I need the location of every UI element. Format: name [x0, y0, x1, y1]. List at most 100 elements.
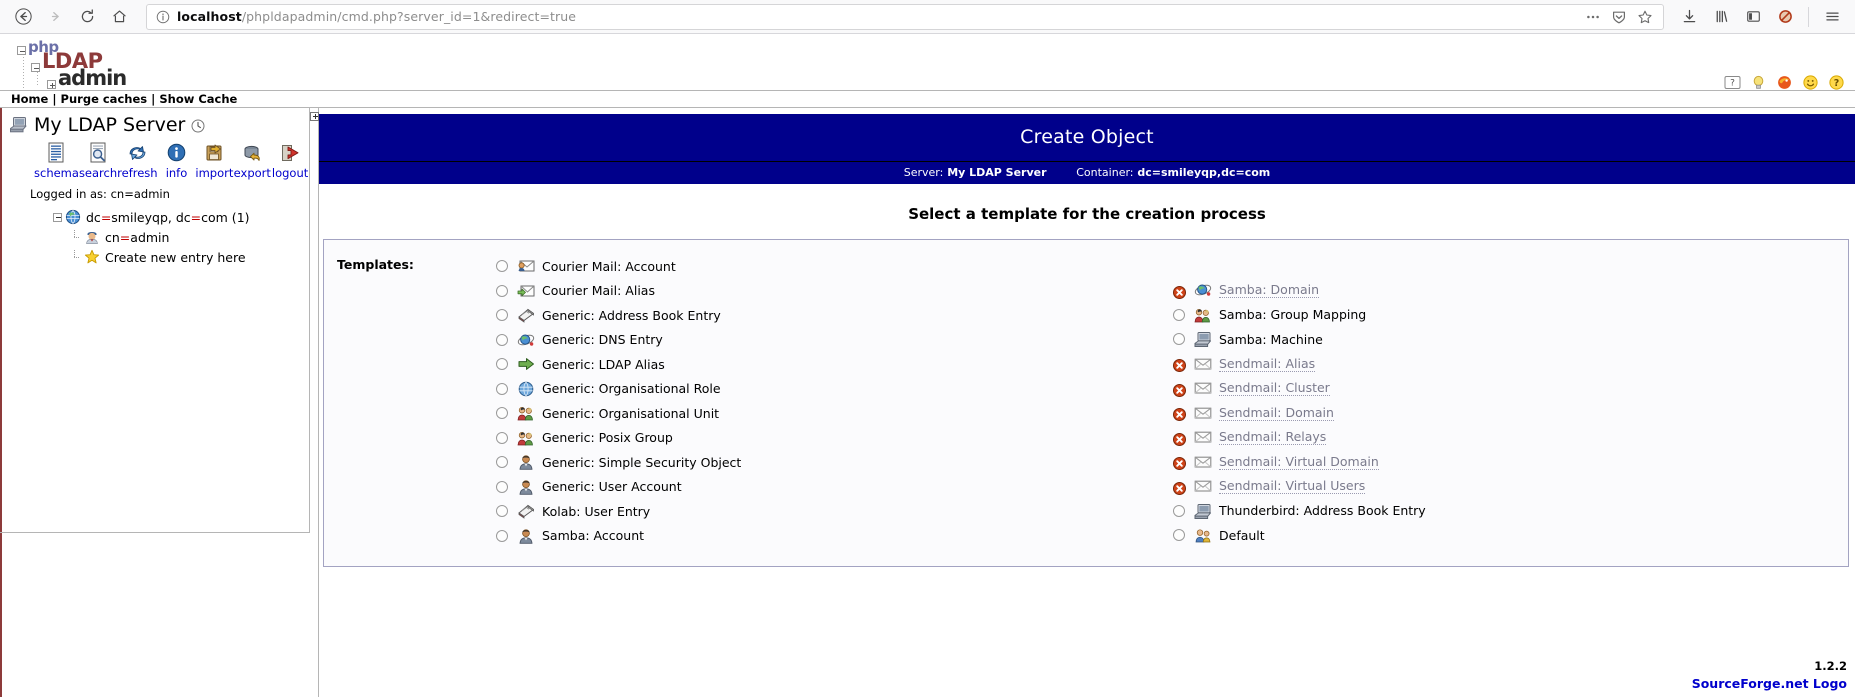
template-left-row[interactable]: Generic: Simple Security Object: [496, 450, 1171, 475]
template-label[interactable]: Default: [1219, 528, 1265, 543]
template-radio[interactable]: [1173, 529, 1185, 542]
nav-purge-caches-link[interactable]: Purge caches: [61, 92, 148, 106]
template-label[interactable]: Generic: Organisational Unit: [542, 406, 719, 421]
template-label[interactable]: Samba: Account: [542, 528, 644, 543]
tree-tool-search[interactable]: search: [79, 141, 117, 180]
template-label[interactable]: Courier Mail: Alias: [542, 283, 655, 298]
template-label[interactable]: Samba: Machine: [1219, 332, 1323, 347]
reload-icon[interactable]: [72, 2, 102, 32]
template-radio[interactable]: [496, 260, 508, 273]
template-radio[interactable]: [496, 407, 508, 420]
template-label[interactable]: Generic: User Account: [542, 479, 682, 494]
template-label[interactable]: Generic: LDAP Alias: [542, 357, 665, 372]
template-label[interactable]: Samba: Group Mapping: [1219, 307, 1366, 322]
panel-splitter[interactable]: [310, 108, 319, 697]
home-icon[interactable]: [104, 2, 134, 32]
template-radio[interactable]: [496, 309, 508, 322]
clock-icon[interactable]: [191, 118, 205, 133]
tree-tool-logout[interactable]: logout: [271, 141, 309, 180]
template-right-row[interactable]: Thunderbird: Address Book Entry: [1173, 499, 1848, 524]
template-label[interactable]: Courier Mail: Account: [542, 259, 676, 274]
template-radio[interactable]: [496, 333, 508, 346]
tree-node-cn-admin-label[interactable]: cn=admin: [105, 230, 169, 245]
about-help-icon[interactable]: ?: [1828, 74, 1845, 91]
template-right-row: Sendmail: Relays: [1173, 425, 1848, 450]
template-radio[interactable]: [496, 382, 508, 395]
template-left-row[interactable]: Generic: LDAP Alias: [496, 352, 1171, 377]
template-label[interactable]: Generic: DNS Entry: [542, 332, 663, 347]
template-label[interactable]: Generic: Organisational Role: [542, 381, 721, 396]
template-left-row[interactable]: Generic: User Account: [496, 475, 1171, 500]
back-arrow-icon[interactable]: [8, 2, 38, 32]
library-icon[interactable]: [1706, 2, 1736, 32]
tree-node-root-link[interactable]: dc=smileyqp, dc=com (1): [86, 210, 250, 225]
tree-expander-minus-icon[interactable]: [53, 212, 62, 222]
address-book-icon: [517, 503, 535, 520]
template-left-row[interactable]: Generic: Posix Group: [496, 426, 1171, 451]
template-left-row[interactable]: Kolab: User Entry: [496, 499, 1171, 524]
pocket-shield-icon[interactable]: [1607, 5, 1631, 29]
template-radio[interactable]: [1173, 308, 1185, 321]
template-radio[interactable]: [496, 431, 508, 444]
splitter-expand-handle[interactable]: [310, 112, 319, 121]
user-admin-icon: [84, 229, 100, 245]
template-label[interactable]: Generic: Posix Group: [542, 430, 673, 445]
template-radio[interactable]: [496, 505, 508, 518]
template-radio[interactable]: [496, 456, 508, 469]
template-left-row[interactable]: Courier Mail: Alias: [496, 279, 1171, 304]
template-radio[interactable]: [496, 284, 508, 297]
ellipsis-icon[interactable]: [1581, 5, 1605, 29]
tree-tool-export[interactable]: export: [233, 141, 271, 180]
lightbulb-icon[interactable]: [1750, 74, 1767, 91]
tree-node-cn-admin-link[interactable]: cn=admin: [105, 230, 169, 245]
template-radio[interactable]: [496, 480, 508, 493]
tree-node-create-new-entry[interactable]: Create new entry here: [0, 249, 309, 265]
dns-globe-icon: [1194, 282, 1212, 298]
tree-tool-refresh[interactable]: refresh: [117, 141, 158, 180]
help-question-icon[interactable]: ?: [1724, 74, 1741, 91]
template-label[interactable]: Kolab: User Entry: [542, 504, 650, 519]
template-left-row[interactable]: Generic: Organisational Role: [496, 377, 1171, 402]
tree-node-create-new-entry-link[interactable]: Create new entry here: [105, 250, 246, 265]
template-label[interactable]: Generic: Address Book Entry: [542, 308, 721, 323]
template-right-row[interactable]: Samba: Group Mapping: [1173, 303, 1848, 328]
tree-tool-info[interactable]: info: [158, 141, 196, 180]
template-right-row[interactable]: Default: [1173, 523, 1848, 548]
template-left-row[interactable]: Generic: Organisational Unit: [496, 401, 1171, 426]
tree-node-cn-admin[interactable]: cn=admin: [0, 229, 309, 245]
template-left-row[interactable]: Samba: Account: [496, 524, 1171, 549]
nav-home-link[interactable]: Home: [11, 92, 48, 106]
schema-document-icon: [34, 141, 79, 164]
template-label[interactable]: Generic: Simple Security Object: [542, 455, 741, 470]
template-radio[interactable]: [496, 529, 508, 542]
template-left-row[interactable]: Courier Mail: Account: [496, 254, 1171, 279]
smiley-icon[interactable]: [1802, 74, 1819, 91]
template-right-row[interactable]: Samba: Machine: [1173, 327, 1848, 352]
template-radio[interactable]: [1173, 333, 1185, 346]
phpldapadmin-logo[interactable]: php LDAP admin: [17, 40, 127, 89]
nav-show-cache-link[interactable]: Show Cache: [159, 92, 237, 106]
template-label[interactable]: Thunderbird: Address Book Entry: [1219, 503, 1426, 518]
tree-tool-schema[interactable]: schema: [34, 141, 79, 180]
forward-arrow-icon[interactable]: [40, 2, 70, 32]
template-left-row[interactable]: Generic: Address Book Entry: [496, 303, 1171, 328]
tree-server-row[interactable]: My LDAP Server: [0, 114, 309, 136]
info-circle-icon[interactable]: [153, 8, 173, 26]
download-arrow-icon[interactable]: [1674, 2, 1704, 32]
hamburger-menu-icon[interactable]: [1817, 2, 1847, 32]
tree-node-root-label[interactable]: dc=smileyqp, dc=com (1): [86, 210, 250, 225]
star-outline-icon[interactable]: [1633, 5, 1657, 29]
tree-tool-import[interactable]: import: [195, 141, 233, 180]
tree-node-create-new-entry-label[interactable]: Create new entry here: [105, 250, 246, 265]
template-left-row[interactable]: Generic: DNS Entry: [496, 328, 1171, 353]
tree-node-root[interactable]: dc=smileyqp, dc=com (1): [0, 209, 309, 225]
envelope-icon: [1194, 356, 1212, 372]
template-radio[interactable]: [496, 358, 508, 371]
template-radio[interactable]: [1173, 504, 1185, 517]
sourceforge-logo-link[interactable]: SourceForge.net Logo: [1692, 676, 1847, 691]
url-bar[interactable]: localhost/phpldapadmin/cmd.php?server_id…: [146, 3, 1664, 30]
sidebar-panel-icon[interactable]: [1738, 2, 1768, 32]
firefox-icon[interactable]: [1776, 74, 1793, 91]
page-subtitle-bar: Server: My LDAP Server Container: dc=smi…: [319, 162, 1855, 184]
noscript-blocked-icon[interactable]: [1770, 2, 1800, 32]
